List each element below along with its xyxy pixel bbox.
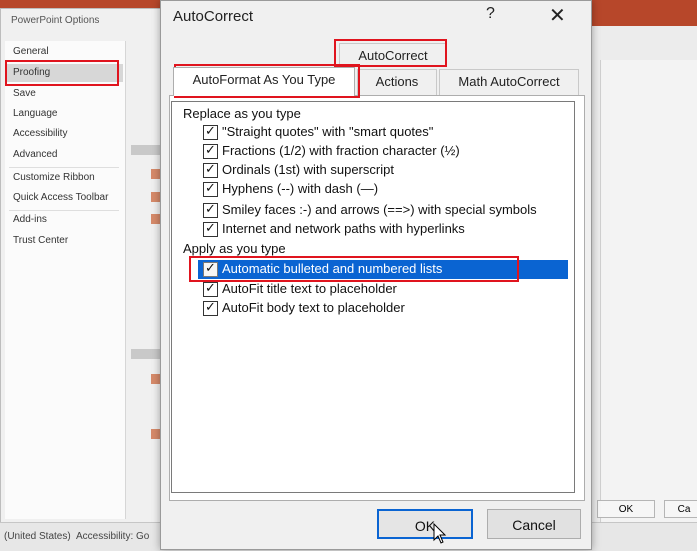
option-label: Internet and network paths with hyperlin… <box>222 221 465 236</box>
status-accessibility[interactable]: Accessibility: Go <box>76 531 149 542</box>
option-label: AutoFit body text to placeholder <box>222 300 405 315</box>
checkbox-icon[interactable] <box>203 280 218 297</box>
checkbox-icon[interactable] <box>203 180 218 197</box>
checkbox-icon[interactable] <box>203 142 218 159</box>
background-ok-button[interactable]: OK <box>597 500 655 518</box>
checkbox-icon[interactable] <box>203 201 218 218</box>
background-panel <box>600 60 697 530</box>
sidebar-item-trust-center[interactable]: Trust Center <box>13 235 68 246</box>
option-label: Fractions (1/2) with fraction character … <box>222 143 460 158</box>
help-icon[interactable]: ? <box>486 5 495 23</box>
option-label: "Straight quotes" with "smart quotes" <box>222 124 434 139</box>
option-label: Ordinals (1st) with superscript <box>222 162 394 177</box>
sidebar-item-save[interactable]: Save <box>13 88 36 99</box>
option-label: Smiley faces :-) and arrows (==>) with s… <box>222 202 537 217</box>
checkbox-internet-paths[interactable]: Internet and network paths with hyperlin… <box>202 220 568 239</box>
checkbox-icon[interactable] <box>203 299 218 316</box>
checkbox-smart-quotes[interactable]: "Straight quotes" with "smart quotes" <box>202 123 568 142</box>
sidebar-item-general[interactable]: General <box>13 46 49 57</box>
annotation-box-proofing <box>5 60 119 86</box>
tab-actions[interactable]: Actions <box>357 69 437 95</box>
replace-as-you-type-heading: Replace as you type <box>183 106 301 121</box>
cancel-button[interactable]: Cancel <box>487 509 581 539</box>
checkbox-autofit-title[interactable]: AutoFit title text to placeholder <box>202 280 568 299</box>
dialog-title: AutoCorrect <box>173 8 254 25</box>
checkbox-smiley-faces[interactable]: Smiley faces :-) and arrows (==>) with s… <box>202 201 568 220</box>
checkbox-autofit-body[interactable]: AutoFit body text to placeholder <box>202 299 568 318</box>
annotation-box-autocorrect-tab <box>334 39 447 67</box>
options-window-title: PowerPoint Options <box>11 15 100 26</box>
sidebar-divider <box>9 167 119 168</box>
annotation-box-bulleted-lists <box>189 256 519 282</box>
sidebar-item-accessibility[interactable]: Accessibility <box>13 128 67 139</box>
ok-button[interactable]: OK <box>377 509 473 539</box>
sidebar-item-quick-access-toolbar[interactable]: Quick Access Toolbar <box>13 192 108 203</box>
checkbox-hyphens[interactable]: Hyphens (--) with dash (—) <box>202 180 568 199</box>
tab-math-autocorrect[interactable]: Math AutoCorrect <box>439 69 579 95</box>
option-label: Hyphens (--) with dash (—) <box>222 181 379 196</box>
sidebar-item-language[interactable]: Language <box>13 108 58 119</box>
checkbox-fractions[interactable]: Fractions (1/2) with fraction character … <box>202 142 568 161</box>
sidebar-item-advanced[interactable]: Advanced <box>13 149 57 160</box>
option-label: AutoFit title text to placeholder <box>222 281 397 296</box>
mouse-cursor-icon <box>433 523 447 544</box>
options-list: Replace as you type "Straight quotes" wi… <box>171 101 575 493</box>
apply-as-you-type-heading: Apply as you type <box>183 241 286 256</box>
sidebar-item-add-ins[interactable]: Add-ins <box>13 214 47 225</box>
tab-autoformat-as-you-type[interactable]: AutoFormat As You Type <box>173 67 355 96</box>
checkbox-icon[interactable] <box>203 123 218 140</box>
status-language: (United States) <box>4 531 71 542</box>
checkbox-icon[interactable] <box>203 220 218 237</box>
sidebar-divider <box>9 210 119 211</box>
close-icon[interactable]: ✕ <box>549 3 566 28</box>
background-cancel-button[interactable]: Ca <box>664 500 697 518</box>
checkbox-icon[interactable] <box>203 161 218 178</box>
checkbox-ordinals[interactable]: Ordinals (1st) with superscript <box>202 161 568 180</box>
sidebar-item-customize-ribbon[interactable]: Customize Ribbon <box>13 172 95 183</box>
